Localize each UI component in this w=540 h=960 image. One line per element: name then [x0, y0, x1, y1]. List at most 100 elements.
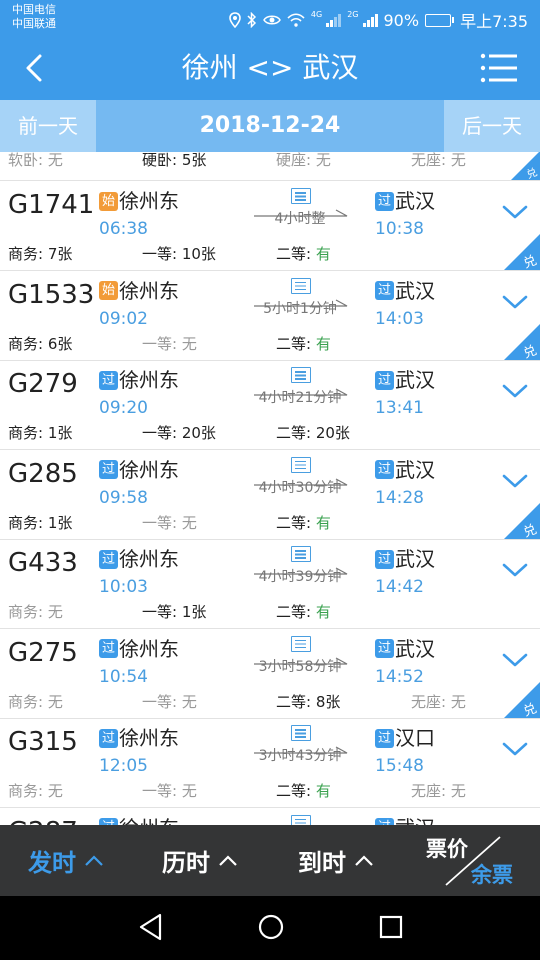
travel-duration: 5小时1分钟	[263, 300, 337, 317]
seat-availability: 软卧: 无	[8, 152, 63, 169]
seat-availability: 无座: 无	[411, 781, 466, 801]
nav-back-button[interactable]	[138, 912, 164, 946]
train-row[interactable]: G1533 始徐州东 09:02 5小时1分钟 过武汉 14:03 商务: 6张 一等: 无 二…	[0, 271, 540, 361]
nav-home-button[interactable]	[257, 912, 285, 946]
timetable-icon[interactable]	[291, 814, 311, 825]
seat-count: 无	[181, 692, 197, 711]
departure-station: 始徐州东	[99, 188, 179, 214]
seat-availability: 二等: 有	[276, 781, 331, 801]
train-row[interactable]: G315 过徐州东 12:05 3小时43分钟过汉口 15:48 商务: 无一等: 无二等…	[0, 719, 540, 808]
travel-duration: 3小时43分钟	[258, 748, 342, 764]
exchange-badge[interactable]: 兑	[504, 502, 540, 539]
arrival-station-name: 武汉	[395, 547, 435, 571]
seat-count: 无	[181, 513, 197, 532]
seat-availability: 硬座: 无	[276, 152, 331, 169]
arrival-station-name: 武汉	[395, 368, 435, 392]
chevron-down-icon[interactable]	[500, 471, 530, 491]
nav-recent-button[interactable]	[378, 913, 404, 945]
seat-class-label: 商务:	[8, 245, 44, 263]
sort-by-departure[interactable]: 发时	[28, 825, 104, 896]
arrival-station-name: 武汉	[395, 278, 435, 303]
seat-count: 20张	[315, 424, 350, 442]
departure-time: 09:02	[99, 308, 148, 329]
departure-tag: 过	[99, 818, 118, 825]
chevron-down-icon[interactable]	[500, 381, 530, 401]
partial-train-row[interactable]: 软卧: 无 硬卧: 5张 硬座: 无 无座: 无 兑	[0, 152, 540, 181]
seat-availability: 二等: 8张	[276, 692, 340, 712]
departure-time: 10:54	[99, 666, 148, 687]
train-row[interactable]: G433 过徐州东 10:03 4小时39分钟过武汉 14:42 商务: 无一等: 1张二…	[0, 540, 540, 629]
timetable-icon[interactable]	[291, 188, 311, 204]
exchange-badge[interactable]: 兑	[504, 323, 540, 360]
exchange-badge[interactable]: 兑	[504, 681, 540, 718]
chevron-down-icon[interactable]	[500, 739, 530, 759]
seat-class-label: 二等:	[276, 245, 312, 263]
arrival-time: 10:38	[375, 219, 424, 239]
seat-count: 有	[315, 782, 331, 800]
battery-icon	[425, 13, 455, 27]
chevron-up-icon	[355, 854, 373, 866]
train-row[interactable]: G1741 始徐州东 06:38 4小时整 过武汉 10:38 商务: 7张 一等: 10张 二…	[0, 182, 540, 271]
timetable-icon[interactable]	[291, 277, 311, 294]
timetable-icon[interactable]	[291, 546, 311, 562]
menu-button[interactable]	[480, 52, 518, 84]
sort-duration-label: 历时	[162, 849, 210, 877]
arrival-tag: 过	[375, 549, 394, 569]
train-number: G275	[8, 637, 78, 668]
train-number: G287	[8, 815, 78, 826]
timetable-icon[interactable]	[291, 725, 311, 741]
eye-icon	[263, 13, 281, 27]
departure-station: 过徐州东	[99, 815, 179, 825]
timetable-icon[interactable]	[291, 367, 311, 383]
sort-bar: 发时 历时 到时 票价 余票	[0, 825, 540, 896]
seat-class-label: 一等:	[142, 692, 178, 711]
seat-class-label: 商务:	[8, 334, 44, 353]
chevron-down-icon[interactable]	[500, 202, 530, 222]
sort-by-duration[interactable]: 历时	[162, 825, 238, 896]
seat-count: 20张	[181, 424, 216, 442]
seat-class-label: 商务:	[8, 692, 44, 711]
departure-tag: 过	[99, 728, 118, 748]
sort-departure-label: 发时	[28, 849, 76, 877]
battery-percent: 90%	[383, 10, 420, 30]
departure-station-name: 徐州东	[119, 726, 179, 750]
status-bar: 中国电信 中国联通 4G 2G 90% 早上7:35	[0, 0, 540, 36]
seat-count: 无	[181, 782, 197, 800]
train-row[interactable]: G287 过徐州东过 武汉	[0, 808, 540, 826]
seat-count: 无	[47, 692, 63, 711]
arrival-station-name: 武汉	[395, 815, 435, 826]
exchange-badge[interactable]: 兑	[511, 152, 540, 180]
arrival-station: 过汉口	[375, 725, 435, 751]
train-number: G1533	[8, 279, 95, 310]
departure-tag: 始	[99, 191, 118, 211]
exchange-badge[interactable]: 兑	[504, 234, 540, 270]
train-row[interactable]: G279 过徐州东 09:20 4小时21分钟过武汉 13:41 商务: 1张 一等: 20…	[0, 361, 540, 450]
train-row[interactable]: G275 过徐州东 10:54 3小时58分钟过武汉 14:52 商务: 无一等: 无二等…	[0, 629, 540, 719]
chevron-down-icon[interactable]	[500, 650, 530, 670]
arrival-station: 过武汉	[375, 367, 435, 393]
sort-by-arrival[interactable]: 到时	[298, 825, 374, 896]
train-row[interactable]: G285 过徐州东 09:58 4小时30分钟过武汉 14:28 商务: 1张 一等: 无二…	[0, 450, 540, 540]
seat-count: 有	[315, 245, 331, 263]
chevron-up-icon	[219, 854, 237, 866]
seat-availability: 二等: 有	[276, 334, 331, 354]
timetable-icon[interactable]	[291, 635, 311, 652]
departure-station-name: 徐州东	[119, 636, 179, 661]
seat-class-label: 无座:	[411, 692, 447, 711]
sort-arrival-label: 到时	[298, 849, 346, 877]
seat-availability: 二等: 有	[276, 244, 331, 264]
title-bar: 徐州 <> 武汉	[0, 36, 540, 100]
train-number: G315	[8, 727, 78, 757]
arrival-time: 15:48	[375, 756, 424, 776]
arrival-station: 过武汉	[375, 546, 435, 572]
chevron-down-icon[interactable]	[500, 560, 530, 580]
timetable-icon[interactable]	[291, 456, 311, 473]
train-list[interactable]: 软卧: 无硬卧: 5张 硬座: 无无座: 无兑 G1741 始徐州东 06:38 4小时…	[0, 152, 540, 825]
next-day-button[interactable]: 后一天	[444, 100, 540, 152]
departure-tag: 过	[99, 460, 118, 479]
seat-count: 无	[47, 782, 63, 800]
chevron-down-icon[interactable]	[500, 292, 530, 312]
seat-count: 6张	[47, 334, 73, 353]
status-icons: 4G 2G 90% 早上7:35	[229, 8, 528, 32]
arrival-time: 13:41	[375, 398, 424, 418]
